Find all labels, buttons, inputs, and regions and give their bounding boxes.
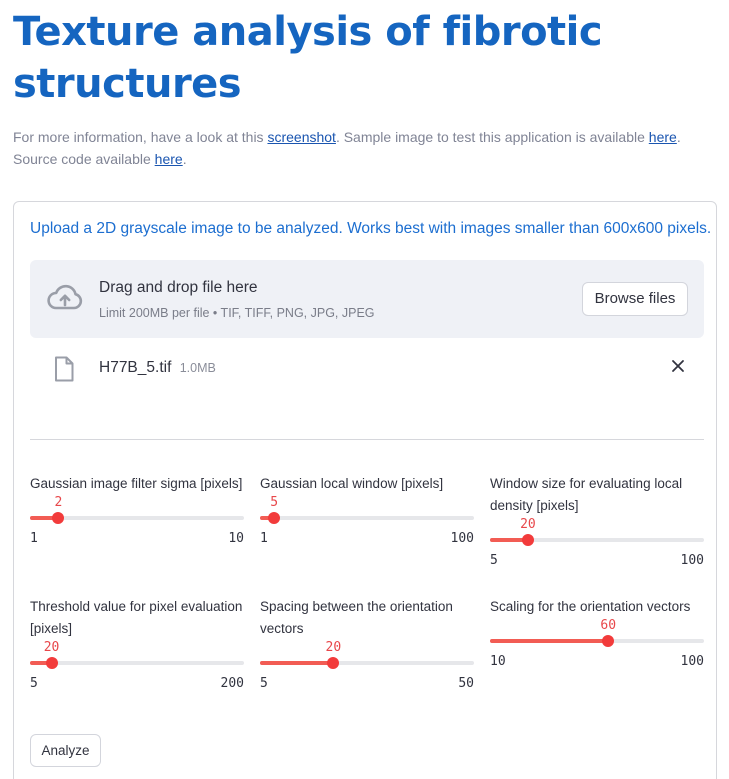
slider-max: 100 [680,553,704,568]
density-window-slider: Window size for evaluating local density… [490,473,704,571]
vector-spacing-slider: Spacing between the orientation vectors … [260,596,474,694]
slider-track-area[interactable]: 2 [30,495,244,531]
slider-track-area[interactable]: 20 [490,517,704,553]
slider-label: Spacing between the orientation vectors [260,599,453,636]
file-name-text: H77B_5.tif [99,359,172,376]
slider-min: 5 [260,676,268,691]
gaussian-window-slider: Gaussian local window [pixels] 5 1 100 [260,473,474,549]
slider-thumb[interactable] [268,512,281,524]
slider-min: 5 [490,553,498,568]
slider-track-area[interactable]: 5 [260,495,474,531]
slider-max: 100 [450,531,474,546]
slider-value: 20 [43,640,60,655]
slider-thumb[interactable] [521,534,534,546]
slider-max: 50 [458,676,474,691]
slider-range: 1 100 [260,531,474,549]
browse-files-button[interactable]: Browse files [582,282,688,316]
slider-label: Gaussian image filter sigma [pixels] [30,476,243,491]
section-divider [30,439,704,440]
slider-min: 1 [30,531,38,546]
slider-max: 200 [220,676,244,691]
dropzone-title: Drag and drop file here [99,279,258,296]
slider-max: 10 [228,531,244,546]
slider-value: 5 [270,495,279,510]
upload-label: Upload a 2D grayscale image to be analyz… [30,220,712,237]
slider-min: 1 [260,531,268,546]
slider-value: 20 [325,640,342,655]
slider-max: 100 [680,654,704,669]
source-code-link[interactable]: here [155,151,183,167]
slider-value: 60 [600,618,617,633]
file-size: 1.0MB [179,361,216,375]
intro-text: For more information, have a look at thi… [13,126,723,170]
threshold-slider: Threshold value for pixel evaluation [pi… [30,596,244,694]
intro-text-4: . [182,151,187,167]
slider-range: 1 10 [30,531,244,549]
slider-range: 10 100 [490,654,704,672]
analyze-button[interactable]: Analyze [30,734,101,767]
slider-label: Threshold value for pixel evaluation [pi… [30,599,243,636]
analysis-form: Upload a 2D grayscale image to be analyz… [13,201,717,779]
slider-range: 5 50 [260,676,474,694]
slider-track-area[interactable]: 20 [30,640,244,676]
cloud-upload-icon [47,284,83,310]
vector-scaling-slider: Scaling for the orientation vectors 60 1… [490,596,704,672]
file-dropzone[interactable]: Drag and drop file here Limit 200MB per … [30,260,704,338]
screenshot-link[interactable]: screenshot [267,129,335,145]
file-name: H77B_5.tif 1.0MB [99,359,216,377]
slider-label: Scaling for the orientation vectors [490,599,691,614]
slider-value: 20 [520,517,536,532]
intro-text-1: For more information, have a look at thi… [13,129,268,145]
uploaded-file-row: H77B_5.tif 1.0MB [30,352,704,386]
slider-range: 5 200 [30,676,244,694]
slider-label: Gaussian local window [pixels] [260,476,444,491]
intro-text-2: . Sample image to test this application … [335,129,649,145]
slider-min: 10 [490,654,506,669]
slider-range: 5 100 [490,553,704,571]
slider-thumb[interactable] [327,657,340,669]
slider-thumb[interactable] [45,657,58,669]
dropzone-limits: Limit 200MB per file • TIF, TIFF, PNG, J… [99,306,375,320]
slider-track[interactable] [260,516,474,520]
slider-value: 2 [54,495,63,510]
slider-min: 5 [30,676,38,691]
slider-track-area[interactable]: 20 [260,640,474,676]
gaussian-sigma-slider: Gaussian image filter sigma [pixels] 2 1… [30,473,244,549]
slider-label: Window size for evaluating local density… [490,476,683,513]
file-icon [55,356,74,382]
slider-track-area[interactable]: 60 [490,618,704,654]
sample-image-link[interactable]: here [649,129,677,145]
slider-thumb[interactable] [602,635,615,647]
slider-fill [260,661,334,665]
slider-track[interactable] [30,661,244,665]
page-title: Texture analysis of fibrotic structures [13,9,603,107]
close-icon[interactable] [670,358,686,374]
slider-thumb[interactable] [52,512,65,524]
slider-fill [490,639,609,643]
